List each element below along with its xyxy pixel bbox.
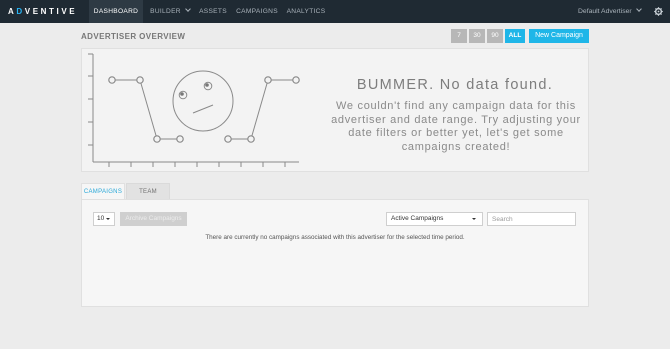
nav-assets-label: ASSETS [199, 8, 227, 15]
range-30-button[interactable]: 30 [469, 29, 485, 43]
chevron-down-icon [185, 6, 191, 12]
campaign-status-value: Active Campaigns [391, 215, 444, 222]
empty-campaigns-message: There are currently no campaigns associa… [205, 234, 465, 241]
campaign-status-select[interactable]: Active Campaigns [386, 212, 483, 226]
nav-campaigns[interactable]: CAMPAIGNS [233, 0, 281, 23]
chevron-down-icon [635, 6, 642, 12]
nav-assets[interactable]: ASSETS [197, 0, 229, 23]
tab-campaigns[interactable]: CAMPAIGNS [81, 183, 125, 199]
range-7-button[interactable]: 7 [451, 29, 467, 43]
gear-icon[interactable] [654, 7, 663, 16]
empty-chart-illustration [88, 53, 300, 167]
nav-analytics[interactable]: ANALYTICS [285, 0, 327, 23]
range-all-button[interactable]: ALL [505, 29, 525, 43]
nav-analytics-label: ANALYTICS [286, 8, 326, 15]
caret-down-icon [106, 218, 110, 220]
nav-dashboard-label: DASHBOARD [93, 8, 139, 15]
page-size-value: 10 [97, 215, 105, 222]
logo-text: ADVENTIVE [8, 7, 78, 16]
no-data-message: We couldn't find any campaign data for t… [331, 100, 581, 153]
nav-campaigns-label: CAMPAIGNS [236, 8, 278, 15]
search-input[interactable] [487, 212, 576, 226]
caret-down-icon [472, 218, 476, 220]
advertiser-name: Default Advertiser [578, 8, 632, 15]
nav-builder-label: BUILDER [150, 8, 181, 15]
advertiser-selector[interactable]: Default Advertiser [578, 0, 642, 23]
new-campaign-button[interactable]: New Campaign [529, 29, 589, 43]
range-90-button[interactable]: 90 [487, 29, 503, 43]
page-size-select[interactable]: 10 [93, 212, 115, 226]
no-data-title: BUMMER. No data found. [356, 77, 554, 93]
nav-dashboard[interactable]: DASHBOARD [89, 0, 143, 23]
page-title: ADVERTISER OVERVIEW [81, 32, 186, 41]
tab-team[interactable]: TEAM [126, 183, 170, 199]
adventive-logo[interactable]: ADVENTIVE [8, 6, 77, 17]
top-navbar: ADVENTIVE DASHBOARD BUILDER ASSETS CAMPA… [0, 0, 670, 23]
archive-campaigns-button[interactable]: Archive Campaigns [120, 212, 187, 226]
nav-builder[interactable]: BUILDER [145, 0, 195, 23]
